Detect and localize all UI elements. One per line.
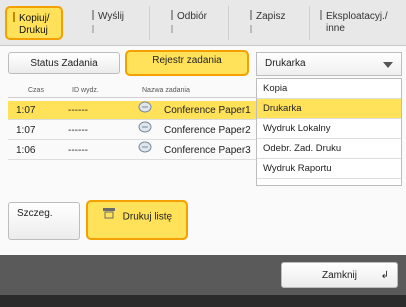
- details-button[interactable]: Szczeg.: [8, 202, 80, 240]
- tab-indicator-icon: [171, 10, 173, 20]
- document-icon: [138, 121, 152, 140]
- job-status-button[interactable]: Status Zadania: [8, 52, 120, 74]
- tab-send[interactable]: Wyślij: [86, 6, 150, 40]
- header-divider: [8, 97, 256, 98]
- tab-label: Wyślij: [98, 11, 125, 22]
- time-cell: 1:07: [16, 105, 36, 116]
- tab-indicator-icon: [171, 25, 173, 33]
- tab-indicator-icon: [250, 10, 252, 20]
- enter-arrow-icon: ↲: [380, 270, 389, 281]
- job-name-cell: Conference Paper2: [164, 125, 251, 136]
- tab-copy-print[interactable]: Kopiuj/ Drukuj: [5, 6, 63, 40]
- tab-label: Zapisz: [256, 11, 286, 22]
- tab-save[interactable]: Zapisz: [244, 6, 310, 40]
- print-list-button[interactable]: Drukuj listę: [86, 200, 188, 240]
- document-icon: [138, 141, 152, 160]
- tab-label: Odbiór: [177, 11, 208, 22]
- time-cell: 1:06: [16, 145, 36, 156]
- print-list-label: Drukuj listę: [122, 211, 173, 223]
- tab-indicator-icon: [13, 12, 15, 22]
- job-name-cell: Conference Paper1: [164, 105, 251, 116]
- tab-maintenance-other[interactable]: Eksploatacyj./ inne: [314, 6, 402, 40]
- id-cell: ------: [68, 105, 88, 116]
- document-icon: [138, 101, 152, 120]
- job-log-button[interactable]: Rejestr zadania: [125, 50, 249, 76]
- tab-indicator-icon: [250, 25, 252, 33]
- chevron-down-icon: [383, 62, 393, 68]
- tab-label: Drukuj: [19, 25, 48, 36]
- details-button-label: Szczeg.: [17, 208, 53, 219]
- tab-label: inne: [326, 23, 345, 34]
- column-header-time: Czas: [28, 87, 44, 94]
- menu-item-copy[interactable]: Kopia: [257, 79, 401, 99]
- id-cell: ------: [68, 145, 88, 156]
- menu-item-received-print[interactable]: Odebr. Zad. Druku: [257, 139, 401, 159]
- close-label: Zamknij: [321, 270, 357, 281]
- job-type-dropdown[interactable]: Drukarka: [256, 52, 402, 76]
- tab-indicator-icon: [92, 10, 94, 20]
- tab-label: Kopiuj/: [19, 13, 50, 24]
- id-cell: ------: [68, 125, 88, 136]
- table-row[interactable]: 1:06 ------ Conference Paper3: [8, 141, 256, 160]
- tab-receive[interactable]: Odbiór: [165, 6, 229, 40]
- menu-item-report-print[interactable]: Wydruk Raportu: [257, 159, 401, 179]
- tab-label: Eksploatacyj./: [326, 11, 388, 22]
- column-header-job-name: Nazwa zadania: [142, 87, 190, 94]
- menu-item-local-print[interactable]: Wydruk Lokalny: [257, 119, 401, 139]
- job-type-menu: Kopia Drukarka Wydruk Lokalny Odebr. Zad…: [256, 78, 402, 186]
- close-button[interactable]: Zamknij ↲: [281, 262, 398, 288]
- print-list-icon: [102, 202, 116, 232]
- dropdown-selected-value: Drukarka: [265, 58, 306, 69]
- tab-indicator-icon: [92, 25, 94, 33]
- menu-item-printer[interactable]: Drukarka: [257, 99, 401, 119]
- table-row[interactable]: 1:07 ------ Conference Paper2: [8, 121, 256, 140]
- tab-indicator-icon: [320, 10, 322, 20]
- bottom-strip: [0, 295, 406, 307]
- column-header-id: ID wydz.: [72, 87, 99, 94]
- table-row[interactable]: 1:07 ------ Conference Paper1: [8, 101, 256, 120]
- job-name-cell: Conference Paper3: [164, 145, 251, 156]
- time-cell: 1:07: [16, 125, 36, 136]
